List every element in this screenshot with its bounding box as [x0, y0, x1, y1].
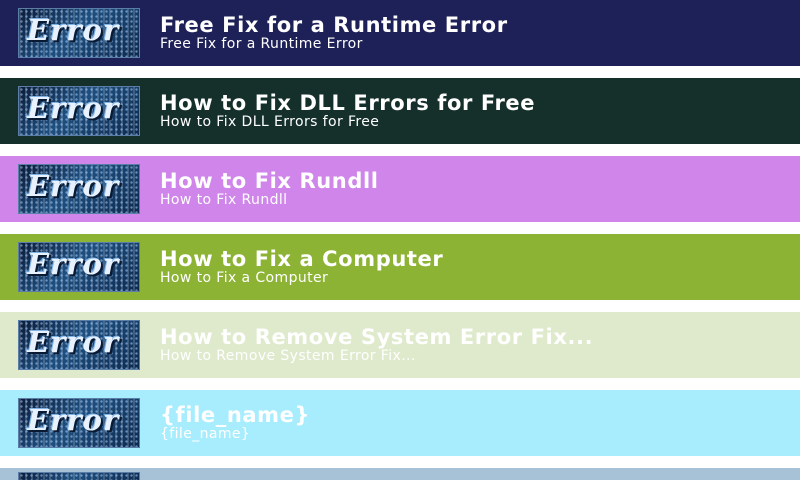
list-item[interactable] [0, 468, 800, 480]
item-title: {file_name} [160, 403, 311, 427]
list-item[interactable]: Error How to Fix DLL Errors for Free How… [0, 78, 800, 150]
error-thumbnail-icon: Error [18, 242, 140, 292]
item-subtitle: How to Fix Rundll [160, 192, 288, 208]
list-item[interactable]: Error Free Fix for a Runtime Error Free … [0, 0, 800, 72]
list-item[interactable]: Error How to Remove System Error Fix... … [0, 312, 800, 384]
error-thumbnail-icon: Error [18, 164, 140, 214]
item-title: How to Fix a Computer [160, 247, 444, 271]
error-thumbnail-icon: Error [18, 86, 140, 136]
item-subtitle: {file_name} [160, 426, 251, 442]
list-item[interactable]: Error {file_name} {file_name} [0, 390, 800, 462]
article-list: Error Free Fix for a Runtime Error Free … [0, 0, 800, 480]
item-title: How to Fix DLL Errors for Free [160, 91, 536, 115]
item-subtitle: How to Remove System Error Fix... [160, 348, 416, 364]
item-title: How to Fix Rundll [160, 169, 379, 193]
error-thumbnail-icon: Error [18, 398, 140, 448]
error-thumbnail-icon: Error [18, 320, 140, 370]
item-subtitle: Free Fix for a Runtime Error [160, 36, 363, 52]
item-title: Free Fix for a Runtime Error [160, 13, 508, 37]
list-item[interactable]: Error How to Fix a Computer How to Fix a… [0, 234, 800, 306]
error-thumbnail-icon: Error [18, 8, 140, 58]
list-item[interactable]: Error How to Fix Rundll How to Fix Rundl… [0, 156, 800, 228]
item-subtitle: How to Fix DLL Errors for Free [160, 114, 380, 130]
error-thumbnail-icon [18, 472, 140, 480]
item-subtitle: How to Fix a Computer [160, 270, 329, 286]
item-title: How to Remove System Error Fix... [160, 325, 594, 349]
